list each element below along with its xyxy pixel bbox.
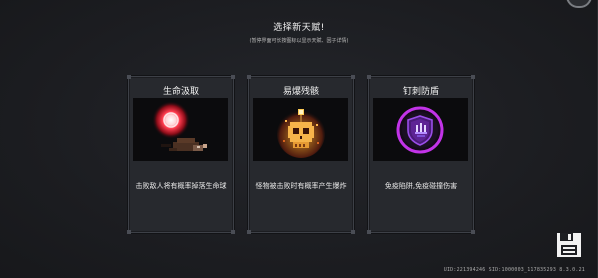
talent-card-title: 生命汲取 <box>162 87 199 97</box>
talent-card-description: 击败敌人将有概率掉落生命球 <box>135 182 227 190</box>
life-orb-icon <box>133 98 228 161</box>
talent-card-title: 钉刺防盾 <box>402 87 439 97</box>
footer-session-id: UID:221394246 SID:1000003_117835293 8.3.… <box>443 267 585 273</box>
save-icon[interactable] <box>556 232 582 258</box>
page-title: 选择新天赋! <box>273 23 325 33</box>
page-subtitle: (暂停界面可长按图标以显示天赋、因子详情) <box>249 38 349 44</box>
top-right-menu-button[interactable] <box>566 0 592 8</box>
talent-card-list: 生命汲取 击败敌人将有概率掉落生命球 易爆残骸 怪物被击败时有概率产生爆炸 钉刺… <box>127 75 475 234</box>
talent-selection-screen: 选择新天赋! (暂停界面可长按图标以显示天赋、因子详情) 生命汲取 击败敌人将有… <box>0 0 598 278</box>
talent-card-description: 怪物被击败时有概率产生爆炸 <box>255 182 347 190</box>
talent-card-life-drain[interactable]: 生命汲取 击败敌人将有概率掉落生命球 <box>127 75 235 234</box>
talent-card-explosive-remains[interactable]: 易爆残骸 怪物被击败时有概率产生爆炸 <box>247 75 355 234</box>
talent-card-title: 易爆残骸 <box>282 87 319 97</box>
talent-card-description: 免疫陷阱,免疫碰撞伤害 <box>384 182 458 190</box>
burning-skull-icon <box>253 98 348 161</box>
spiked-shield-icon <box>373 98 468 161</box>
talent-card-spiked-shield[interactable]: 钉刺防盾 免疫陷阱,免疫碰撞伤害 <box>367 75 475 234</box>
